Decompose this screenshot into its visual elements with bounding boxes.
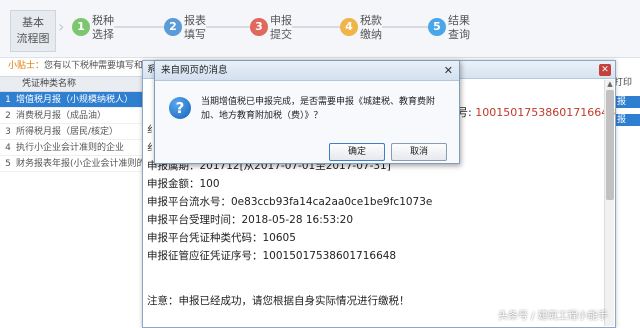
- row-number: 1: [5, 95, 11, 105]
- step-number: 4: [340, 18, 358, 36]
- watermark: 头条号 / 建筑工程小能手: [498, 311, 608, 322]
- success-note: 注意：申报已经成功，请您根据自身实际情况进行缴税！: [147, 295, 410, 307]
- basic-label-1: 基本: [22, 16, 44, 29]
- table-row[interactable]: 3 所得税月报（居民/核定）: [0, 124, 145, 140]
- step-label: 填写: [184, 28, 206, 41]
- basic-flowchart-button[interactable]: 基本 流程图: [10, 10, 56, 52]
- basic-label-2: 流程图: [16, 32, 50, 45]
- step-number: 5: [428, 18, 446, 36]
- step-label: 缴纳: [360, 28, 382, 41]
- detail-line: 申报征管应征凭证序号：10015017538601716648: [147, 250, 397, 262]
- tip-body: 您有以下税种需要填写和申: [44, 61, 153, 71]
- step-label: 结果: [448, 14, 470, 27]
- declaration-details: 申报属期：201712[从2017-07-01至2017-07-31] 申报金额…: [147, 157, 432, 265]
- row-number: 3: [5, 127, 11, 137]
- row-name: 执行小企业会计准则的企业: [16, 143, 125, 153]
- cancel-button[interactable]: 取消: [391, 143, 447, 161]
- table-row[interactable]: 1 增值税月报（小规模纳税人）: [0, 92, 145, 108]
- vertical-scrollbar[interactable]: ▲: [604, 80, 614, 326]
- detail-line: 申报平台凭证种类代码：10605: [147, 232, 296, 244]
- step-label: 选择: [92, 28, 114, 41]
- step-connector: [292, 26, 340, 28]
- close-icon[interactable]: ✕: [599, 64, 611, 76]
- row-name: 所得税月报（居民/核定）: [16, 127, 119, 137]
- step-number: 2: [164, 18, 182, 36]
- row-name: 财务报表年报(小企业会计准则的企: [16, 159, 145, 169]
- step-connector: [382, 26, 428, 28]
- print-header: 打印: [614, 78, 633, 88]
- table-row[interactable]: 5 财务报表年报(小企业会计准则的企: [0, 156, 145, 172]
- right-action-column: 打印 报 报: [614, 76, 640, 136]
- close-icon[interactable]: ✕: [444, 64, 453, 77]
- dialog-title: 来自网页的消息: [155, 61, 459, 81]
- declare-button[interactable]: 报: [614, 96, 640, 108]
- step-connector: [206, 26, 250, 28]
- row-number: 5: [5, 159, 11, 169]
- table-row[interactable]: 4 执行小企业会计准则的企业: [0, 140, 145, 156]
- dialog-message: 当期增值税已申报完成，是否需要申报《城建税、教育费附加、地方教育附加税（费）》？: [201, 97, 436, 121]
- detail-line: 申报平台流水号：0e83ccb93fa14ca2aa0ce1be9fc1073e: [147, 196, 433, 208]
- ok-button[interactable]: 确定: [329, 143, 385, 161]
- step-connector: [114, 26, 164, 28]
- tax-type-table: 凭证种类名称 1 增值税月报（小规模纳税人） 2 消费税月报（成品油） 3 所得税月报…: [0, 76, 145, 172]
- step-label: 查询: [448, 28, 470, 41]
- table-header: 凭证种类名称: [0, 76, 145, 92]
- chevron-right-icon: ›: [58, 17, 65, 36]
- table-row[interactable]: 2 消费税月报（成品油）: [0, 108, 145, 124]
- row-number: 2: [5, 111, 11, 121]
- step-number: 3: [250, 18, 268, 36]
- row-name: 消费税月报（成品油）: [16, 111, 107, 121]
- confirm-dialog: 来自网页的消息 ✕ ? 当期增值税已申报完成，是否需要申报《城建税、教育费附加、…: [154, 60, 460, 164]
- step-label: 提交: [270, 28, 292, 41]
- detail-line: 申报平台受理时间：2018-05-28 16:53:20: [147, 214, 354, 226]
- cert-value: 10015017538601716648: [475, 106, 616, 119]
- scroll-up-icon[interactable]: ▲: [605, 80, 615, 89]
- row-name: 增值税月报（小规模纳税人）: [16, 95, 134, 105]
- workflow-bar: 基本 流程图 › 1 税种 选择 2 报表 填写 3 申报 提交 4 税款 缴纳 5 结…: [0, 0, 640, 58]
- scrollbar-thumb[interactable]: [606, 90, 614, 200]
- cert-number-summary: 证序号: 10015017538601716648: [435, 104, 615, 120]
- tip-prefix: 小贴士：: [8, 61, 45, 71]
- row-number: 4: [5, 143, 11, 153]
- question-icon: ?: [169, 97, 191, 119]
- tip-text: 小贴士：您有以下税种需要填写和申: [8, 58, 152, 74]
- step-number: 1: [72, 18, 90, 36]
- detail-line: 申报金额：100: [147, 178, 220, 190]
- declare-button[interactable]: 报: [614, 114, 640, 126]
